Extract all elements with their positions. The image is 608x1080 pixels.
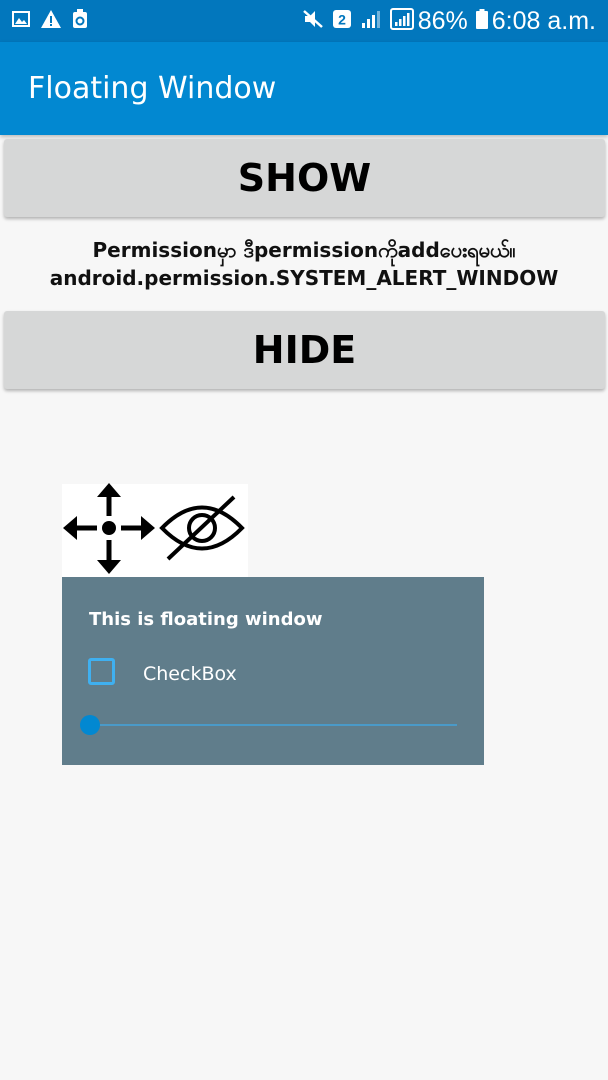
battery-percent: 86% xyxy=(417,6,468,35)
battery-icon xyxy=(475,9,488,33)
seekbar-track[interactable] xyxy=(90,724,457,726)
signal-icon xyxy=(389,8,414,34)
floating-window[interactable]: This is floating window CheckBox xyxy=(62,577,484,765)
seekbar-thumb[interactable] xyxy=(80,715,100,735)
signal-icon xyxy=(360,9,382,33)
move-icon[interactable] xyxy=(62,482,158,579)
sim-slot-number: 2 xyxy=(338,12,346,28)
status-bar: 2 86% 6:08 a.m. xyxy=(0,0,608,42)
mute-icon xyxy=(302,9,324,33)
recycle-icon xyxy=(72,9,88,33)
sim-icon: 2 xyxy=(332,9,352,33)
permission-note: Permissionမှာ ဒီpermissionကိုaddပေးရမယ်။… xyxy=(0,236,608,292)
status-notifications xyxy=(12,9,98,33)
hide-button[interactable]: HIDE xyxy=(4,311,605,389)
floating-window-title: This is floating window xyxy=(89,609,323,630)
checkbox[interactable] xyxy=(88,658,115,685)
app-bar: Floating Window xyxy=(0,42,608,135)
permission-note-line-1: Permissionမှာ ဒီpermissionကိုaddပေးရမယ်။ xyxy=(92,238,516,262)
visibility-off-icon[interactable] xyxy=(158,482,248,579)
status-system: 2 86% 6:08 a.m. xyxy=(294,7,596,36)
image-icon xyxy=(12,10,30,32)
permission-note-line-2: android.permission.SYSTEM_ALERT_WINDOW xyxy=(49,266,559,290)
app-title: Floating Window xyxy=(28,71,277,106)
floating-window-toolbar xyxy=(62,482,248,579)
warning-icon xyxy=(40,9,62,33)
clock: 6:08 a.m. xyxy=(491,6,596,35)
show-button[interactable]: SHOW xyxy=(4,139,605,217)
checkbox-label[interactable]: CheckBox xyxy=(143,663,237,685)
